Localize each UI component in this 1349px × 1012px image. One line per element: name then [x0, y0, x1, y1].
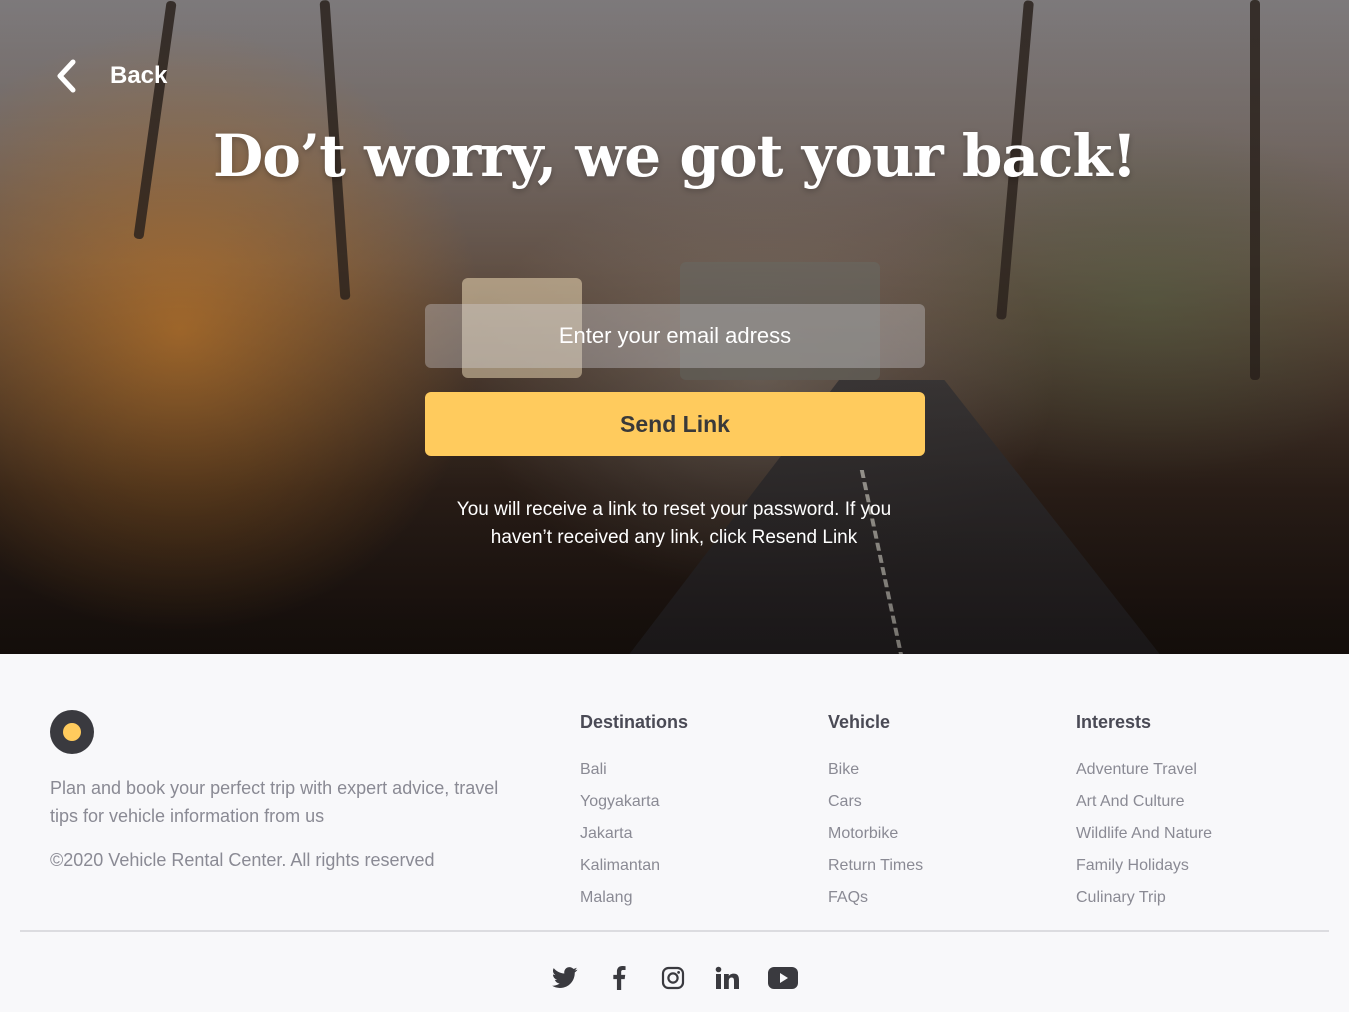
- footer-column-vehicle: Vehicle Bike Cars Motorbike Return Times…: [828, 712, 923, 914]
- brand-logo[interactable]: [50, 710, 94, 754]
- copyright-text: ©2020 Vehicle Rental Center. All rights …: [50, 850, 435, 870]
- footer-link[interactable]: Cars: [828, 786, 923, 818]
- hero-section: Back Do’t worry, we got your back! Send …: [0, 0, 1349, 654]
- footer-divider: [20, 930, 1329, 932]
- footer-link[interactable]: Malang: [580, 882, 688, 914]
- footer-link[interactable]: Yogyakarta: [580, 786, 688, 818]
- footer-link[interactable]: Wildlife And Nature: [1076, 818, 1212, 850]
- footer: Plan and book your perfect trip with exp…: [0, 654, 1349, 1012]
- footer-link[interactable]: Jakarta: [580, 818, 688, 850]
- footer-link[interactable]: Family Holidays: [1076, 850, 1212, 882]
- send-link-button[interactable]: Send Link: [425, 392, 925, 456]
- footer-column-destinations: Destinations Bali Yogyakarta Jakarta Kal…: [580, 712, 688, 914]
- page-title: Do’t worry, we got your back!: [212, 122, 1137, 190]
- footer-column-interests: Interests Adventure Travel Art And Cultu…: [1076, 712, 1212, 914]
- linkedin-icon[interactable]: [711, 962, 743, 994]
- footer-link[interactable]: Bali: [580, 754, 688, 786]
- footer-tagline: Plan and book your perfect trip with exp…: [50, 778, 499, 826]
- column-title: Vehicle: [828, 712, 891, 732]
- twitter-icon[interactable]: [549, 962, 581, 994]
- email-input[interactable]: [425, 304, 925, 368]
- social-links: [0, 962, 1349, 994]
- column-title: Destinations: [580, 712, 689, 732]
- chevron-left-icon: [48, 56, 84, 96]
- back-button[interactable]: Back: [48, 56, 167, 96]
- reset-notice: You will receive a link to reset your pa…: [456, 499, 892, 548]
- footer-link[interactable]: Return Times: [828, 850, 923, 882]
- back-label: Back: [110, 62, 168, 89]
- footer-link[interactable]: Bike: [828, 754, 923, 786]
- instagram-icon[interactable]: [657, 962, 689, 994]
- logo-dot-icon: [63, 723, 81, 741]
- column-title: Interests: [1076, 712, 1152, 732]
- footer-link[interactable]: FAQs: [828, 882, 923, 914]
- footer-link[interactable]: Adventure Travel: [1076, 754, 1212, 786]
- youtube-icon[interactable]: [765, 962, 801, 994]
- facebook-icon[interactable]: [603, 962, 635, 994]
- footer-link[interactable]: Kalimantan: [580, 850, 688, 882]
- footer-link[interactable]: Motorbike: [828, 818, 923, 850]
- footer-link[interactable]: Art And Culture: [1076, 786, 1212, 818]
- footer-link[interactable]: Culinary Trip: [1076, 882, 1212, 914]
